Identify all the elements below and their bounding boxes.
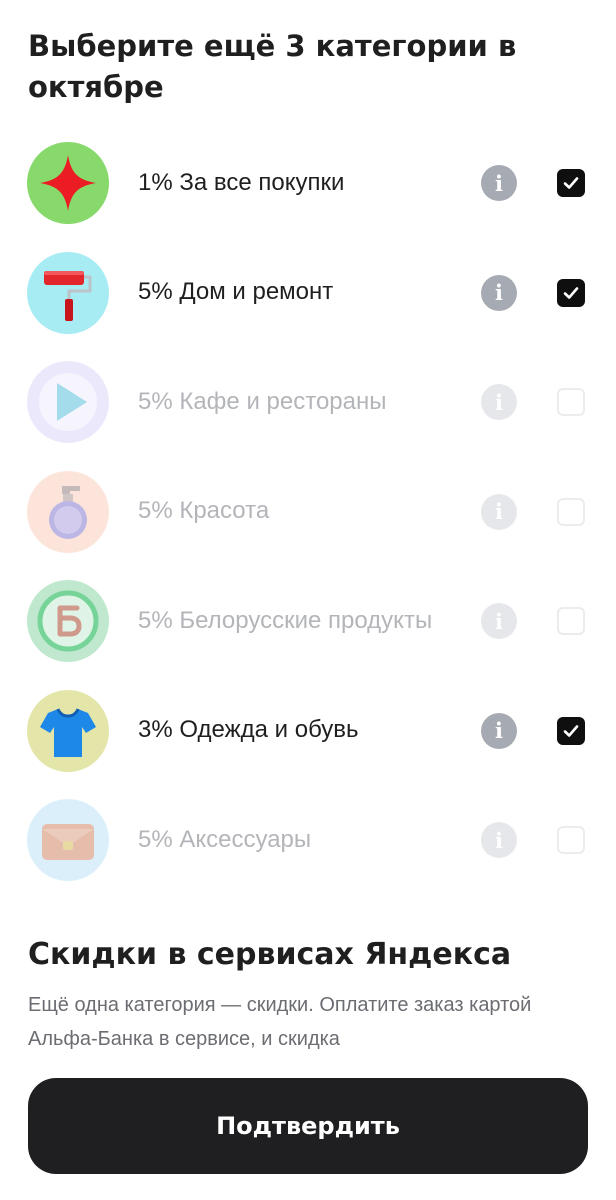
category-label: 5% Аксессуары: [138, 825, 312, 853]
cyrillic-b-icon: [37, 590, 99, 652]
info-icon[interactable]: i: [481, 603, 517, 639]
category-row-cafes-restaurants[interactable]: 5% Кафе и рестораны i: [0, 347, 616, 457]
category-row-clothes-shoes[interactable]: 3% Одежда и обувь i: [0, 676, 616, 786]
category-row-accessories[interactable]: 5% Аксессуары i: [0, 785, 616, 895]
category-checkbox[interactable]: [557, 169, 585, 197]
paint-roller-icon: [44, 270, 92, 321]
play-triangle-icon: [39, 373, 97, 431]
category-checkbox[interactable]: [557, 716, 585, 745]
clutch-bag-icon: [42, 824, 94, 860]
category-icon-bg: [27, 470, 109, 553]
category-row-all-purchases[interactable]: 1% За все покупки i: [0, 128, 616, 238]
perfume-bottle-icon: [49, 485, 87, 539]
category-label: 5% Белорусские продукты: [138, 606, 433, 634]
checkmark-icon: [563, 286, 579, 299]
category-label: 5% Красота: [138, 497, 270, 525]
info-icon[interactable]: i: [481, 274, 517, 311]
page-title: Выберите ещё 3 категории в октябре: [28, 29, 517, 104]
checkmark-icon: [563, 177, 579, 189]
info-icon[interactable]: i: [481, 712, 517, 749]
info-icon[interactable]: i: [481, 384, 517, 420]
info-icon[interactable]: i: [481, 493, 517, 530]
category-icon-bg: [27, 799, 109, 881]
category-checkbox[interactable]: [557, 497, 585, 526]
yandex-section-title: Скидки в сервисах Яндекса: [28, 937, 512, 972]
category-list: 1% За все покупки i 5% Дом и ремонт i 5%…: [0, 128, 616, 895]
category-row-beauty[interactable]: 5% Красота i: [0, 457, 616, 567]
category-checkbox[interactable]: [557, 607, 585, 635]
category-icon-bg: [27, 142, 109, 224]
category-label: 5% Кафе и рестораны: [138, 387, 387, 415]
category-icon-bg: [27, 580, 109, 662]
yandex-section-description: Ещё одна категория — скидки. Оплатите за…: [28, 994, 532, 1050]
tshirt-icon: [40, 707, 96, 757]
info-icon[interactable]: i: [481, 822, 517, 858]
category-icon-bg: [27, 689, 109, 772]
category-icon-bg: [27, 251, 109, 334]
red-star-icon: [40, 155, 96, 211]
category-label: 1% За все покупки: [138, 168, 345, 196]
category-label: 5% Дом и ремонт: [138, 278, 334, 306]
category-row-belarusian-products[interactable]: 5% Белорусские продукты i: [0, 566, 616, 676]
checkmark-icon: [563, 724, 579, 737]
category-checkbox[interactable]: [557, 278, 585, 307]
confirm-button[interactable]: Подтвердить: [28, 1078, 588, 1174]
category-label: 3% Одежда и обувь: [138, 716, 359, 744]
category-icon-bg: [27, 361, 109, 443]
category-row-home-repair[interactable]: 5% Дом и ремонт i: [0, 238, 616, 348]
category-checkbox[interactable]: [557, 826, 585, 854]
info-icon[interactable]: i: [481, 165, 517, 201]
category-checkbox[interactable]: [557, 388, 585, 416]
